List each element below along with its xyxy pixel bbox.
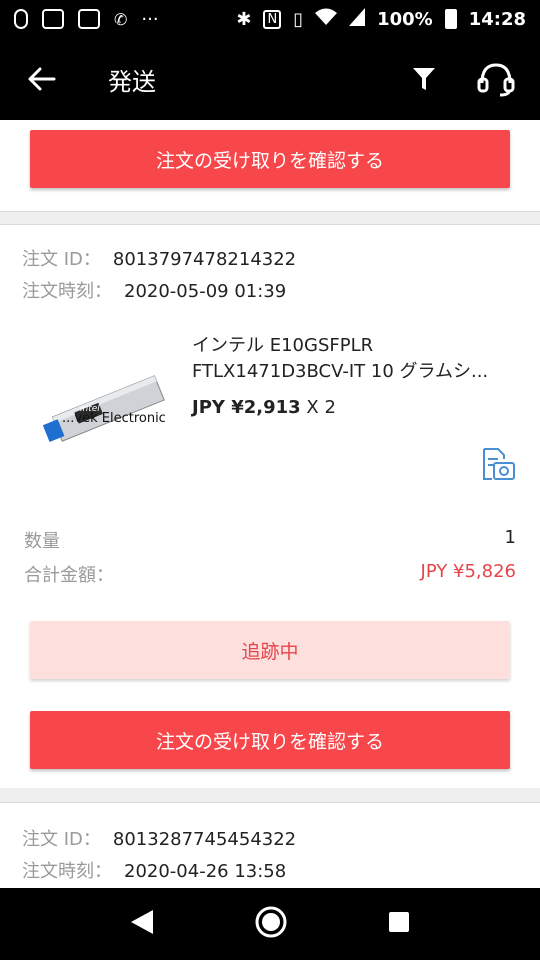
app-notification-icon xyxy=(14,9,28,29)
customer-service-button[interactable] xyxy=(476,61,516,97)
filter-icon xyxy=(413,68,435,90)
order-id-label: 注文 ID： xyxy=(22,829,101,850)
order-time-row: 注文時刻： 2020-05-09 01:39 xyxy=(22,277,286,303)
nav-recent-button[interactable] xyxy=(387,910,411,938)
page-title: 発送 xyxy=(108,67,156,96)
bluetooth-icon: ✱ xyxy=(236,8,252,30)
photo-review-button[interactable] xyxy=(478,447,516,481)
order-id-row: 注文 ID： 8013797478214322 xyxy=(22,245,296,271)
order-id-label: 注文 ID： xyxy=(22,249,101,270)
unit-price: JPY ¥2,913 xyxy=(192,397,301,418)
system-icons: ✱ N ▯ 100% 14:28 xyxy=(236,7,526,31)
product-title[interactable]: インテル E10GSFPLR FTLX1471D3BCV-IT 10 グラムシ.… xyxy=(192,333,522,385)
battery-icon xyxy=(444,9,457,29)
battery-percent: 100% xyxy=(377,8,433,30)
order-id-row: 注文 ID： 8013287745454322 xyxy=(22,825,296,851)
filter-button[interactable] xyxy=(412,66,436,92)
order-time-label: 注文時刻： xyxy=(22,281,112,302)
app-header: 発送 xyxy=(0,38,540,120)
confirm-receipt-button[interactable]: 注文の受け取りを確認する xyxy=(30,130,510,188)
product-thumbnail[interactable]: intel ...vek Electronic xyxy=(40,355,180,465)
price-row: JPY ¥2,913 X 2 xyxy=(192,397,336,418)
clock: 14:28 xyxy=(468,8,526,30)
order-card: 注文 ID： 8013797478214322 注文時刻： 2020-05-09 0… xyxy=(0,224,540,788)
headset-icon xyxy=(477,63,515,97)
quantity-value: 1 xyxy=(504,527,516,548)
order-time-row: 注文時刻： 2020-04-26 13:58 xyxy=(22,857,286,883)
quantity-multiplier: X 2 xyxy=(306,397,336,418)
product-title-line2: FTLX1471D3BCV-IT 10 グラムシ... xyxy=(192,361,489,382)
order-id: 8013797478214322 xyxy=(112,249,297,270)
quantity-label: 数量 xyxy=(24,531,60,552)
image-notification-icon xyxy=(42,9,64,29)
nav-home-button[interactable] xyxy=(254,905,288,943)
arrow-left-icon xyxy=(28,67,56,91)
total-row: 合計金額： JPY ¥5,826 xyxy=(24,561,516,587)
order-time: 2020-04-26 13:58 xyxy=(124,861,287,882)
order-time-label: 注文時刻： xyxy=(22,861,112,882)
system-nav-bar xyxy=(0,888,540,960)
thumb-watermark: ...vek Electronic xyxy=(62,411,166,426)
wifi-icon xyxy=(315,8,338,31)
total-label: 合計金額： xyxy=(24,565,114,586)
square-recent-icon xyxy=(388,912,409,932)
order-id: 8013287745454322 xyxy=(112,829,297,850)
product-title-line1: インテル E10GSFPLR xyxy=(192,335,374,356)
review-camera-icon xyxy=(483,448,515,480)
nfc-icon: N xyxy=(263,9,282,29)
previous-order-card: 注文の受け取りを確認する xyxy=(0,120,540,212)
wifi-calling-icon: ✆ xyxy=(114,9,128,29)
confirm-receipt-button[interactable]: 注文の受け取りを確認する xyxy=(30,711,510,769)
more-notifications-icon: ··· xyxy=(141,8,159,30)
triangle-back-icon xyxy=(131,910,154,934)
notification-icons: ✆ ··· xyxy=(14,9,159,30)
total-value: JPY ¥5,826 xyxy=(420,561,516,582)
tracking-button[interactable]: 追跡中 xyxy=(30,621,510,679)
nav-back-button[interactable] xyxy=(129,908,155,940)
vibrate-icon: ▯ xyxy=(293,8,304,30)
status-bar: ✆ ··· ✱ N ▯ 100% 14:28 xyxy=(0,0,540,38)
back-button[interactable] xyxy=(0,38,84,120)
order-card: 注文 ID： 8013287745454322 注文時刻： 2020-04-26 1… xyxy=(0,802,540,888)
signal-icon xyxy=(349,7,366,31)
quantity-row: 数量 1 xyxy=(24,527,516,553)
order-list[interactable]: 注文の受け取りを確認する 注文 ID： 8013797478214322 注文時刻… xyxy=(0,120,540,888)
order-time: 2020-05-09 01:39 xyxy=(124,281,287,302)
circle-home-icon xyxy=(255,906,287,938)
rakuma-notification-icon xyxy=(78,9,100,29)
